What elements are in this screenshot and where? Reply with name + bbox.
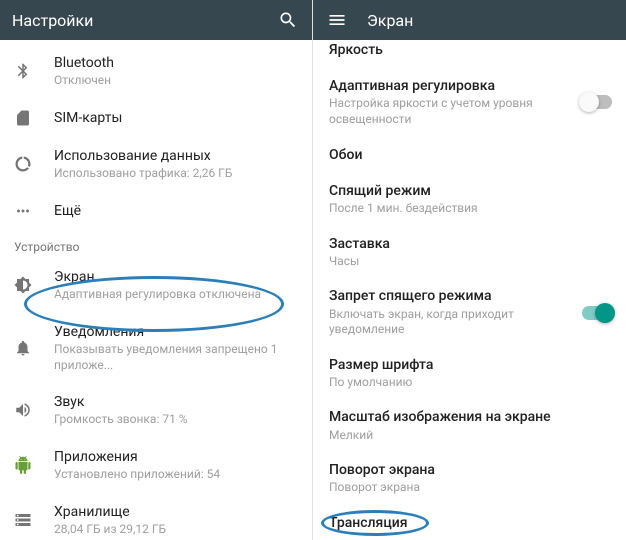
- row-cast[interactable]: Трансляция: [313, 505, 626, 540]
- toggle-ambient[interactable]: [582, 306, 612, 320]
- row-label: Ещё: [54, 202, 298, 220]
- row-label: Адаптивная регулировка: [329, 77, 570, 95]
- row-data-usage[interactable]: Использование данных Использовано трафик…: [0, 137, 312, 192]
- display-settings-pane: Экран Яркость Адаптивная регулировка Нас…: [313, 0, 626, 540]
- row-sublabel: Включать экран, когда приходит уведомлен…: [329, 307, 570, 338]
- more-icon: [14, 202, 54, 220]
- row-label: Размер шрифта: [329, 356, 610, 374]
- bluetooth-icon: [14, 62, 54, 80]
- row-display-size[interactable]: Масштаб изображения на экране Мелкий: [313, 399, 626, 452]
- search-icon[interactable]: [276, 8, 300, 32]
- settings-pane: Настройки Bluetooth Отключен SIM-карты: [0, 0, 313, 540]
- row-sublabel: Громкость звонка: 71 %: [54, 412, 298, 428]
- row-sublabel: Адаптивная регулировка отключена: [54, 287, 298, 303]
- row-rotation[interactable]: Поворот экрана Поворот экрана: [313, 452, 626, 505]
- row-font-size[interactable]: Размер шрифта По умолчанию: [313, 347, 626, 400]
- appbar-title: Настройки: [12, 11, 276, 30]
- storage-icon: [14, 511, 54, 529]
- row-label: Масштаб изображения на экране: [329, 408, 610, 426]
- row-label: Спящий режим: [329, 182, 610, 200]
- row-label: Обои: [329, 146, 610, 164]
- row-notifications[interactable]: Уведомления Показывать уведомления запре…: [0, 313, 312, 383]
- row-sublabel: Установлено приложений: 54: [54, 467, 298, 483]
- row-label: Экран: [54, 268, 298, 286]
- settings-list: Bluetooth Отключен SIM-карты Использован…: [0, 40, 312, 540]
- data-usage-icon: [14, 155, 54, 173]
- row-apps[interactable]: Приложения Установлено приложений: 54: [0, 438, 312, 493]
- row-wallpaper[interactable]: Обои: [313, 137, 626, 173]
- row-label: Уведомления: [54, 323, 298, 341]
- row-sim[interactable]: SIM-карты: [0, 99, 312, 137]
- row-sublabel: Использовано трафика: 2,26 ГБ: [54, 166, 298, 182]
- row-sublabel: По умолчанию: [329, 375, 610, 391]
- row-sublabel: Часы: [329, 254, 610, 270]
- row-sublabel: Настройка яркости с учетом уровня освеще…: [329, 96, 570, 127]
- toggle-adaptive[interactable]: [582, 95, 612, 109]
- sound-icon: [14, 401, 54, 419]
- appbar-settings: Настройки: [0, 0, 312, 40]
- row-label: Трансляция: [329, 514, 610, 532]
- row-ambient-display[interactable]: Запрет спящего режима Включать экран, ко…: [313, 278, 626, 346]
- row-label: Приложения: [54, 448, 298, 466]
- notifications-icon: [14, 339, 54, 357]
- sim-icon: [14, 109, 54, 127]
- apps-icon: [14, 456, 54, 474]
- row-label: Заставка: [329, 235, 610, 253]
- row-brightness[interactable]: Яркость: [313, 32, 626, 68]
- row-display[interactable]: Экран Адаптивная регулировка отключена: [0, 258, 312, 313]
- row-adaptive-brightness[interactable]: Адаптивная регулировка Настройка яркости…: [313, 68, 626, 136]
- row-label: Использование данных: [54, 147, 298, 165]
- row-sublabel: 28,04 ГБ из 29,12 ГБ: [54, 522, 298, 538]
- display-icon: [14, 276, 54, 294]
- row-bluetooth[interactable]: Bluetooth Отключен: [0, 44, 312, 99]
- section-header-device: Устройство: [0, 230, 312, 258]
- row-label: Запрет спящего режима: [329, 287, 570, 305]
- row-sleep[interactable]: Спящий режим После 1 мин. бездействия: [313, 173, 626, 226]
- row-label: SIM-карты: [54, 109, 298, 127]
- row-screensaver[interactable]: Заставка Часы: [313, 226, 626, 279]
- row-sublabel: После 1 мин. бездействия: [329, 201, 610, 217]
- row-more[interactable]: Ещё: [0, 192, 312, 230]
- row-label: Поворот экрана: [329, 461, 610, 479]
- row-sublabel: Поворот экрана: [329, 480, 610, 496]
- row-label: Звук: [54, 393, 298, 411]
- row-sublabel: Показывать уведомления запрещено 1 прило…: [54, 342, 298, 373]
- row-label: Хранилище: [54, 503, 298, 521]
- row-sound[interactable]: Звук Громкость звонка: 71 %: [0, 383, 312, 438]
- appbar-title: Экран: [367, 11, 614, 30]
- row-sublabel: Отключен: [54, 73, 298, 89]
- row-label: Яркость: [329, 41, 610, 59]
- row-label: Bluetooth: [54, 54, 298, 72]
- display-settings-list: Яркость Адаптивная регулировка Настройка…: [313, 40, 626, 540]
- menu-icon[interactable]: [325, 8, 349, 32]
- row-storage[interactable]: Хранилище 28,04 ГБ из 29,12 ГБ: [0, 493, 312, 540]
- row-sublabel: Мелкий: [329, 428, 610, 444]
